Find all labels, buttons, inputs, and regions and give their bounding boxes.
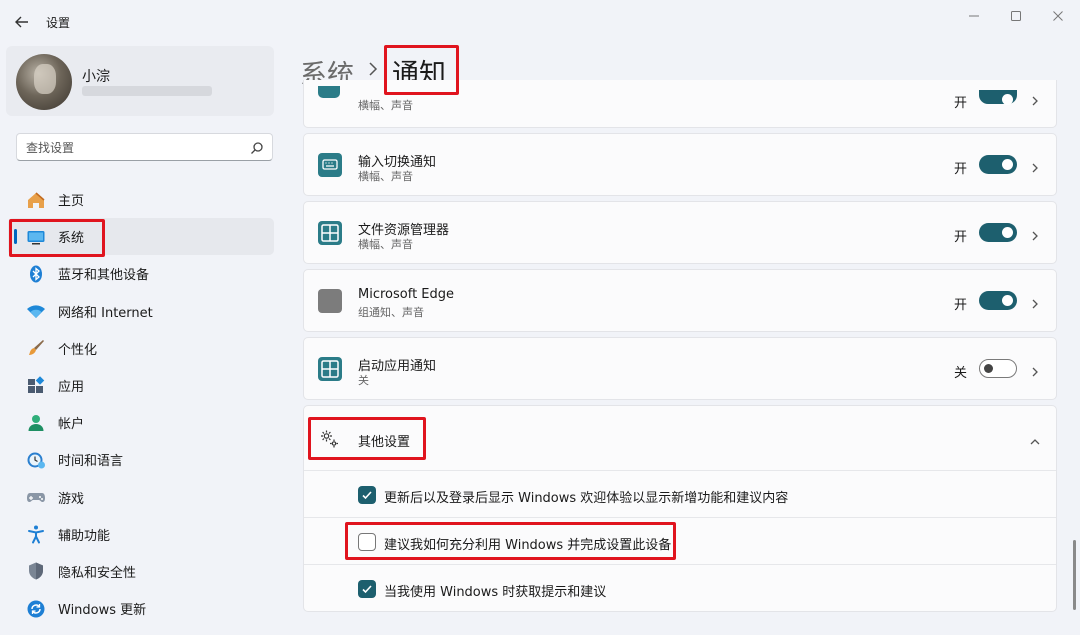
notification-toggle[interactable] <box>979 291 1017 310</box>
gears-icon <box>319 428 341 450</box>
search-icon[interactable] <box>250 140 264 154</box>
app-icon <box>318 86 340 98</box>
gamepad-icon <box>26 487 46 507</box>
update-icon <box>26 599 46 619</box>
notification-toggle[interactable] <box>979 223 1017 242</box>
sidebar-item-network[interactable]: 网络和 Internet <box>8 293 274 330</box>
chevron-right-icon[interactable] <box>1029 159 1041 173</box>
option-row[interactable]: 建议我如何充分利用 Windows 并完成设置此设备 <box>304 517 1056 564</box>
sidebar-item-time-language[interactable]: 时间和语言 <box>8 441 274 478</box>
monitor-icon <box>26 227 46 247</box>
chevron-right-icon[interactable] <box>1029 295 1041 309</box>
minimize-icon[interactable] <box>966 8 982 24</box>
sidebar-item-accounts[interactable]: 帐户 <box>8 404 274 441</box>
close-icon[interactable] <box>1050 8 1066 24</box>
chevron-up-icon[interactable] <box>1029 433 1041 445</box>
back-arrow-icon[interactable] <box>12 12 32 32</box>
clock-globe-icon <box>26 450 46 470</box>
sidebar-item-bluetooth[interactable]: 蓝牙和其他设备 <box>8 255 274 292</box>
title-bar: 设置 <box>0 0 1080 44</box>
app-notification-row[interactable]: 横幅、声音 开 <box>303 80 1057 128</box>
app-notification-row[interactable]: 启动应用通知 关 关 <box>303 337 1057 400</box>
checkbox-suggest-setup[interactable] <box>358 533 376 551</box>
shield-icon <box>26 561 46 581</box>
other-settings-section: 其他设置 更新后以及登录后显示 Windows 欢迎体验以显示新增功能和建议内容… <box>303 405 1057 612</box>
bluetooth-icon <box>26 264 46 284</box>
file-explorer-icon <box>318 221 342 245</box>
other-settings-header[interactable]: 其他设置 <box>304 406 1056 470</box>
user-profile-card[interactable]: 小淙 <box>6 46 274 116</box>
accessibility-icon <box>26 524 46 544</box>
user-email-redacted <box>82 86 212 96</box>
sidebar-item-system[interactable]: 系统 <box>8 218 274 256</box>
user-name: 小淙 <box>82 69 110 85</box>
account-icon <box>26 413 46 433</box>
search-input[interactable] <box>26 138 246 158</box>
chevron-right-icon <box>366 60 380 78</box>
sidebar-item-windows-update[interactable]: Windows 更新 <box>8 590 274 627</box>
other-settings-title: 其他设置 <box>358 435 411 450</box>
startup-apps-icon <box>318 357 342 381</box>
maximize-icon[interactable] <box>1008 8 1024 24</box>
wifi-icon <box>26 301 46 321</box>
edge-icon <box>318 289 342 313</box>
option-row[interactable]: 当我使用 Windows 时获取提示和建议 <box>304 564 1056 611</box>
app-notification-row[interactable]: 输入切换通知 横幅、声音 开 <box>303 133 1057 196</box>
sidebar-item-home[interactable]: 主页 <box>8 181 274 218</box>
brush-icon <box>26 338 46 358</box>
sidebar-nav: 主页 系统 蓝牙和其他设备 网络和 Internet 个性化 应用 帐户 时间和… <box>8 181 274 627</box>
app-notification-row[interactable]: Microsoft Edge 组通知、声音 开 <box>303 269 1057 332</box>
home-icon <box>26 190 46 210</box>
app-title: 设置 <box>46 16 71 30</box>
apps-icon <box>26 375 46 396</box>
keyboard-switch-icon <box>318 153 342 177</box>
chevron-right-icon[interactable] <box>1029 363 1041 377</box>
checkbox-tips-suggestions[interactable] <box>358 580 376 598</box>
avatar <box>16 54 72 110</box>
chevron-right-icon[interactable] <box>1029 227 1041 241</box>
chevron-right-icon[interactable] <box>1029 92 1041 106</box>
scrollbar[interactable] <box>1073 540 1076 610</box>
search-box[interactable] <box>16 133 273 161</box>
notification-toggle[interactable] <box>979 155 1017 174</box>
sidebar-item-apps[interactable]: 应用 <box>8 367 274 404</box>
sidebar-item-privacy[interactable]: 隐私和安全性 <box>8 553 274 590</box>
notification-toggle[interactable] <box>979 90 1017 105</box>
app-notification-row[interactable]: 文件资源管理器 横幅、声音 开 <box>303 201 1057 264</box>
notification-toggle[interactable] <box>979 359 1017 378</box>
sidebar-item-personalization[interactable]: 个性化 <box>8 330 274 367</box>
checkbox-welcome-experience[interactable] <box>358 486 376 504</box>
option-row[interactable]: 更新后以及登录后显示 Windows 欢迎体验以显示新增功能和建议内容 <box>304 470 1056 517</box>
sidebar-item-accessibility[interactable]: 辅助功能 <box>8 516 274 553</box>
sidebar-item-gaming[interactable]: 游戏 <box>8 479 274 516</box>
